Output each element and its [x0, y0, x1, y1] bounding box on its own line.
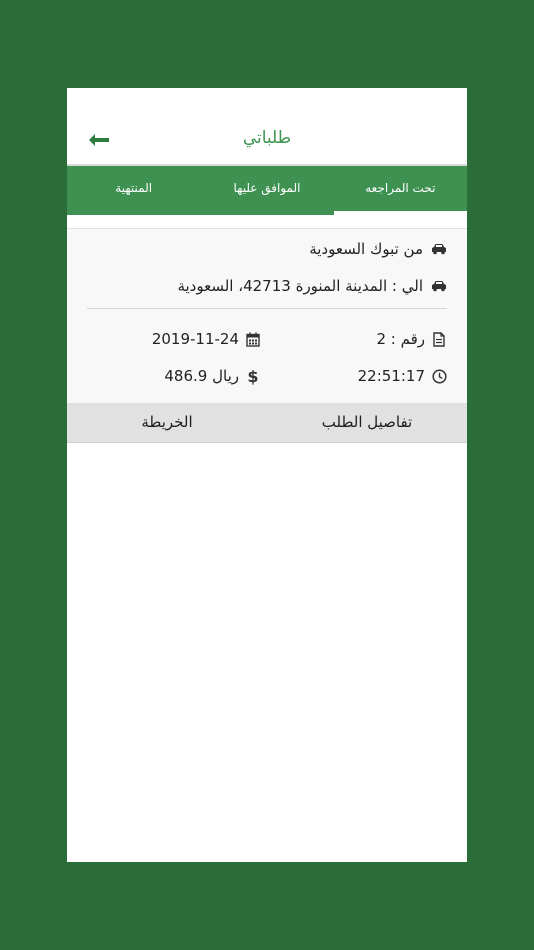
tab-under-review[interactable]: تحت المراجعه [333, 166, 467, 215]
app-screen: طلباتي تحت المراجعه الموافق عليها المنته… [67, 88, 467, 862]
order-price: 486.9 ريال [164, 367, 239, 385]
tab-approved[interactable]: الموافق عليها [200, 166, 333, 215]
order-card[interactable]: من تبوك السعودية الي : المدينة المنورة 4… [67, 228, 467, 404]
order-number: رقم : 2 [376, 330, 425, 348]
document-icon [431, 331, 447, 347]
order-date-cell: 2019-11-24 [152, 330, 261, 348]
car-icon [431, 241, 447, 257]
order-price-cell: $ 486.9 ريال [164, 366, 261, 386]
dollar-icon: $ [247, 366, 259, 386]
order-details-button[interactable]: تفاصيل الطلب [267, 403, 467, 442]
to-row: الي : المدينة المنورة 42713، السعودية [177, 277, 447, 295]
order-time-cell: 22:51:17 [358, 367, 447, 385]
from-row: من تبوك السعودية [309, 240, 447, 258]
order-number-cell: رقم : 2 [376, 330, 447, 348]
to-location: الي : المدينة المنورة 42713، السعودية [177, 277, 423, 295]
page-title: طلباتي [242, 128, 292, 148]
calendar-icon [245, 331, 261, 347]
divider [87, 308, 447, 309]
order-time: 22:51:17 [357, 367, 425, 385]
map-button[interactable]: الخريطة [67, 403, 267, 442]
order-actions: تفاصيل الطلب الخريطة [67, 403, 467, 443]
app-header: طلباتي [67, 88, 467, 166]
tab-bar: تحت المراجعه الموافق عليها المنتهية [67, 166, 467, 215]
spacer [67, 215, 467, 228]
order-date: 2019-11-24 [151, 330, 239, 348]
from-location: من تبوك السعودية [309, 240, 423, 258]
car-icon [431, 278, 447, 294]
clock-icon [431, 368, 447, 384]
tab-finished[interactable]: المنتهية [67, 166, 200, 215]
